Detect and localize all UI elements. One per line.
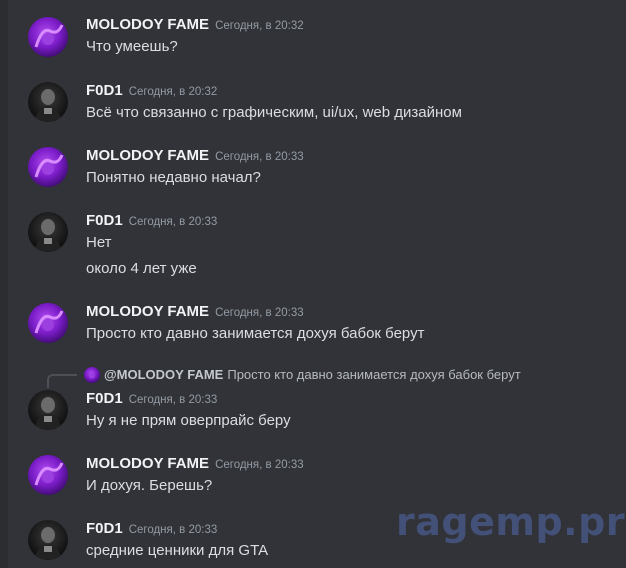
message-text: Что умеешь? — [86, 38, 178, 55]
avatar-dark-portrait-icon — [28, 390, 68, 430]
avatar[interactable] — [28, 520, 68, 560]
avatar-purple-icon — [28, 303, 68, 343]
message-text: около 4 лет уже — [86, 260, 197, 277]
avatar-dark-portrait-icon — [28, 82, 68, 122]
message-author[interactable]: F0D1 — [86, 212, 123, 229]
message-timestamp: Сегодня, в 20:33 — [128, 524, 218, 536]
message-text: И дохуя. Берешь? — [86, 477, 213, 494]
avatar-dark-portrait-icon — [28, 212, 68, 252]
avatar[interactable] — [28, 82, 68, 122]
message-timestamp: Сегодня, в 20:33 — [215, 459, 304, 471]
message-author[interactable]: MOLODOY FAME — [86, 455, 209, 472]
message-timestamp: Сегодня, в 20:32 — [128, 86, 218, 98]
message-text: Ну я не прям оверпрайс беру — [86, 412, 291, 429]
message-author[interactable]: F0D1 — [86, 390, 123, 407]
watermark: ragemp.pro — [396, 500, 626, 544]
avatar-purple-icon — [28, 17, 68, 57]
avatar-purple-icon — [84, 367, 100, 383]
message-text: Просто кто давно занимается дохуя бабок … — [86, 325, 425, 342]
avatar[interactable] — [28, 147, 68, 187]
message-timestamp: Сегодня, в 20:32 — [215, 20, 304, 32]
avatar-purple-icon — [28, 147, 68, 187]
message-author[interactable]: MOLODOY FAME — [86, 16, 209, 33]
message-text: Всё что связанно с графическим, ui/ux, w… — [86, 104, 462, 121]
message-text: Понятно недавно начал? — [86, 169, 261, 186]
message-text: Нет — [86, 234, 112, 251]
message-author[interactable]: F0D1 — [86, 82, 123, 99]
message-timestamp: Сегодня, в 20:33 — [215, 307, 304, 319]
avatar[interactable] — [28, 212, 68, 252]
avatar-purple-icon — [28, 455, 68, 495]
avatar[interactable] — [28, 17, 68, 57]
avatar-dark-portrait-icon — [28, 520, 68, 560]
channel-left-edge — [0, 0, 8, 568]
message-timestamp: Сегодня, в 20:33 — [128, 394, 218, 406]
message-author[interactable]: MOLODOY FAME — [86, 303, 209, 320]
reply-author[interactable]: @MOLODOY FAME — [104, 366, 223, 384]
reply-avatar — [84, 367, 100, 383]
avatar[interactable] — [28, 455, 68, 495]
reply-preview[interactable]: @MOLODOY FAME Просто кто давно занимаетс… — [84, 366, 521, 384]
message-author[interactable]: MOLODOY FAME — [86, 147, 209, 164]
message-timestamp: Сегодня, в 20:33 — [128, 216, 218, 228]
reply-text[interactable]: Просто кто давно занимается дохуя бабок … — [227, 366, 520, 384]
avatar[interactable] — [28, 303, 68, 343]
message-text: средние ценники для GTA — [86, 542, 269, 559]
avatar[interactable] — [28, 390, 68, 430]
message-timestamp: Сегодня, в 20:33 — [215, 151, 304, 163]
reply-connector — [47, 374, 77, 388]
message-author[interactable]: F0D1 — [86, 520, 123, 537]
